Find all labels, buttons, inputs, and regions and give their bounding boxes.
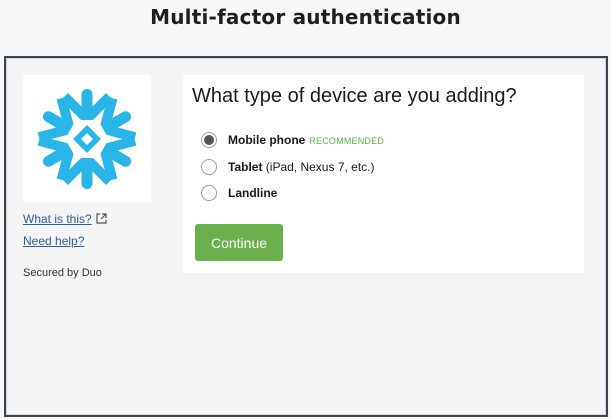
company-logo (23, 75, 151, 202)
what-is-this-label: What is this? (23, 212, 92, 226)
recommended-badge: RECOMMENDED (309, 136, 385, 146)
page-title: Multi-factor authentication (150, 5, 461, 29)
auth-frame: What is this? Need help? Secured by Duo … (4, 56, 608, 417)
device-type-card: What type of device are you adding? Mobi… (183, 75, 584, 273)
option-mobile-phone[interactable]: Mobile phone RECOMMENDED (201, 131, 384, 149)
continue-button[interactable]: Continue (195, 224, 283, 261)
radio-tablet[interactable] (201, 159, 217, 175)
sidebar: What is this? Need help? Secured by Duo (23, 75, 153, 279)
external-link-icon (96, 211, 107, 229)
radio-landline[interactable] (201, 185, 217, 201)
option-tablet-label: Tablet (iPad, Nexus 7, etc.) (228, 160, 375, 174)
option-landline-label: Landline (228, 186, 278, 200)
option-landline[interactable]: Landline (201, 184, 277, 202)
what-is-this-link[interactable]: What is this? (23, 210, 153, 229)
device-type-heading: What type of device are you adding? (192, 85, 517, 107)
need-help-link[interactable]: Need help? (23, 232, 153, 250)
option-mobile-phone-label: Mobile phone RECOMMENDED (228, 133, 385, 147)
option-tablet[interactable]: Tablet (iPad, Nexus 7, etc.) (201, 158, 375, 176)
secured-by-text: Secured by Duo (23, 267, 102, 279)
radio-mobile-phone[interactable] (201, 132, 217, 148)
snowflake-logo-icon (31, 88, 143, 189)
